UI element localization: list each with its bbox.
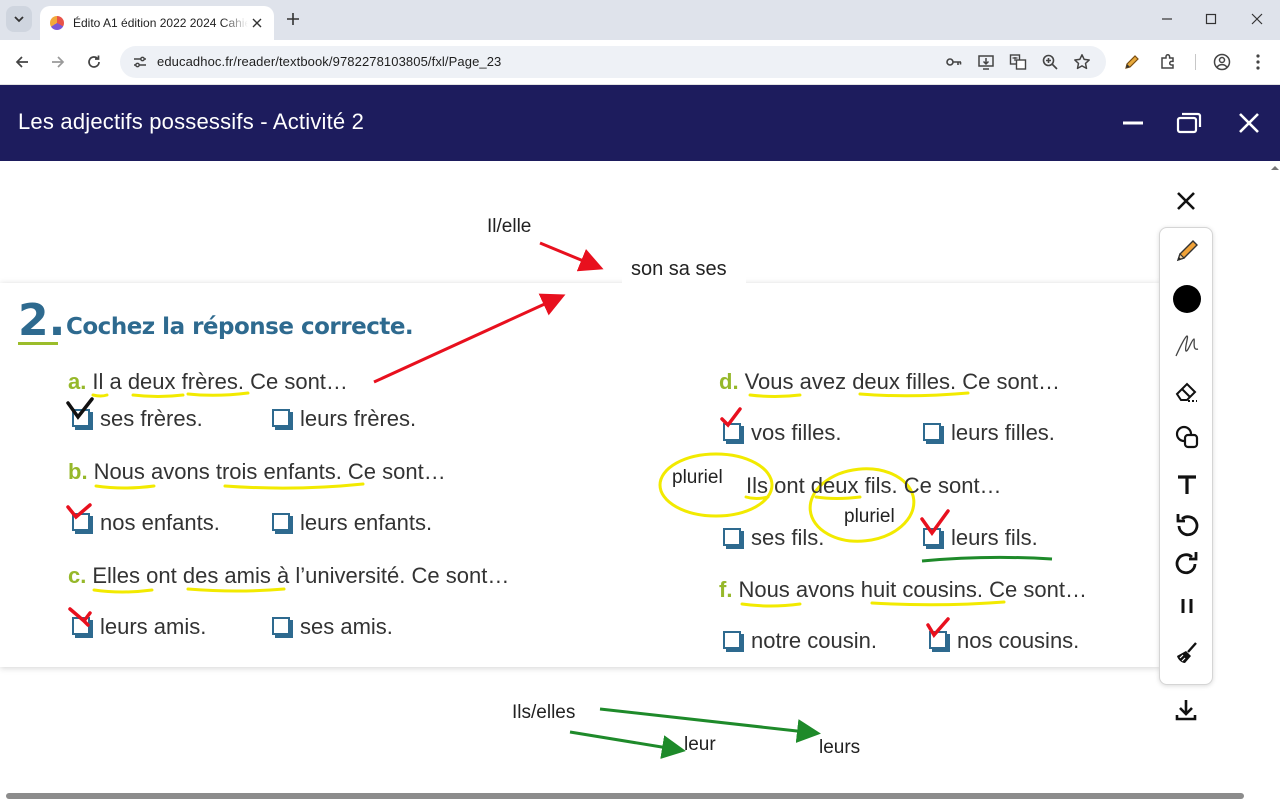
- circle-icon: [1173, 285, 1201, 313]
- maximize-icon: [1205, 13, 1217, 25]
- window-mode-button[interactable]: [1172, 107, 1206, 139]
- shapes-tool-button[interactable]: [1172, 422, 1202, 452]
- forward-button[interactable]: [45, 49, 71, 75]
- close-icon: [1177, 192, 1195, 210]
- browser-toolbar: educadhoc.fr/reader/textbook/97822781038…: [0, 40, 1280, 85]
- horizontal-scrollbar[interactable]: [0, 791, 1268, 800]
- zoom-button[interactable]: [1039, 51, 1061, 73]
- install-icon: [978, 55, 994, 70]
- horizontal-scroll-thumb[interactable]: [6, 793, 1244, 799]
- bookmark-button[interactable]: [1071, 51, 1093, 73]
- maximize-window-button[interactable]: [1188, 6, 1234, 32]
- pause-button[interactable]: [1172, 591, 1202, 621]
- signature-icon: [1175, 335, 1199, 357]
- puzzle-icon: [1161, 53, 1174, 69]
- install-app-button[interactable]: [975, 51, 997, 73]
- arrow-left-icon: [15, 56, 28, 68]
- scroll-up-arrow-icon: [1271, 166, 1279, 170]
- undo-icon: [1176, 514, 1199, 537]
- arrow-right-icon: [52, 56, 65, 68]
- star-icon: [1074, 54, 1090, 70]
- chevron-down-icon: [14, 16, 24, 23]
- close-icon: [252, 18, 262, 28]
- text-icon: [1178, 475, 1196, 494]
- pause-icon: [1181, 599, 1193, 613]
- tab-search-button[interactable]: [6, 6, 32, 32]
- minimize-icon: [1123, 121, 1143, 125]
- activity-canvas[interactable]: 2. Cochez la réponse correcte. a. Il a de…: [0, 161, 1280, 800]
- minimize-activity-button[interactable]: [1116, 107, 1150, 139]
- translate-icon: [1009, 54, 1027, 70]
- pencil-tool-button[interactable]: [1172, 236, 1202, 266]
- activity-header: Les adjectifs possessifs - Activité 2: [0, 85, 1280, 161]
- color-picker-button[interactable]: [1172, 284, 1202, 314]
- browser-tab[interactable]: Édito A1 édition 2022 2024 Cahier: [40, 6, 274, 40]
- drawing-layer: [66, 241, 1053, 759]
- minimize-window-button[interactable]: [1144, 6, 1190, 32]
- pencil-icon: [1176, 240, 1198, 262]
- text-tool-button[interactable]: [1172, 470, 1202, 500]
- close-icon: [1239, 113, 1259, 133]
- tune-icon: [134, 56, 146, 68]
- more-vertical-icon: [1256, 54, 1260, 70]
- address-bar[interactable]: educadhoc.fr/reader/textbook/97822781038…: [120, 46, 1106, 78]
- account-icon: [1213, 53, 1231, 71]
- url-text: educadhoc.fr/reader/textbook/97822781038…: [157, 54, 502, 69]
- annotation-extension-button[interactable]: [1120, 50, 1144, 74]
- minimize-icon: [1162, 18, 1172, 20]
- site-favicon-icon: [50, 16, 64, 30]
- download-button[interactable]: [1171, 695, 1201, 725]
- password-key-button[interactable]: [943, 51, 965, 73]
- zoom-in-icon: [1042, 54, 1058, 70]
- activity-title: Les adjectifs possessifs - Activité 2: [18, 109, 365, 134]
- translate-button[interactable]: [1007, 51, 1029, 73]
- broom-icon: [1177, 642, 1197, 663]
- plus-icon: [287, 13, 299, 25]
- restore-window-icon: [1176, 112, 1202, 134]
- browser-tab-bar: Édito A1 édition 2022 2024 Cahier: [0, 0, 1280, 40]
- close-annotation-tools-button[interactable]: [1172, 187, 1200, 215]
- annotation-toolbar: [1159, 227, 1213, 685]
- undo-button[interactable]: [1172, 510, 1202, 540]
- shapes-icon: [1175, 425, 1199, 449]
- extensions-button[interactable]: [1156, 50, 1180, 74]
- redo-button[interactable]: [1172, 548, 1202, 578]
- close-icon: [1251, 13, 1263, 25]
- stroke-tool-button[interactable]: [1172, 330, 1202, 360]
- toolbar-separator: [1195, 54, 1196, 70]
- tab-close-button[interactable]: [248, 14, 266, 32]
- new-tab-button[interactable]: [282, 8, 304, 30]
- tab-title: Édito A1 édition 2022 2024 Cahier: [73, 16, 248, 30]
- clear-all-button[interactable]: [1172, 638, 1202, 668]
- close-window-button[interactable]: [1234, 6, 1280, 32]
- reload-icon: [88, 55, 100, 68]
- site-info-button[interactable]: [128, 50, 152, 74]
- profile-button[interactable]: [1210, 50, 1234, 74]
- pencil-icon: [1125, 55, 1139, 69]
- eraser-icon: [1175, 382, 1197, 402]
- key-icon: [946, 58, 962, 66]
- browser-menu-button[interactable]: [1246, 50, 1270, 74]
- back-button[interactable]: [9, 49, 35, 75]
- download-icon: [1175, 700, 1197, 721]
- eraser-tool-button[interactable]: [1172, 376, 1202, 406]
- vertical-scrollbar[interactable]: [1270, 161, 1280, 791]
- close-activity-button[interactable]: [1232, 107, 1266, 139]
- redo-icon: [1175, 552, 1198, 575]
- reload-button[interactable]: [81, 49, 107, 75]
